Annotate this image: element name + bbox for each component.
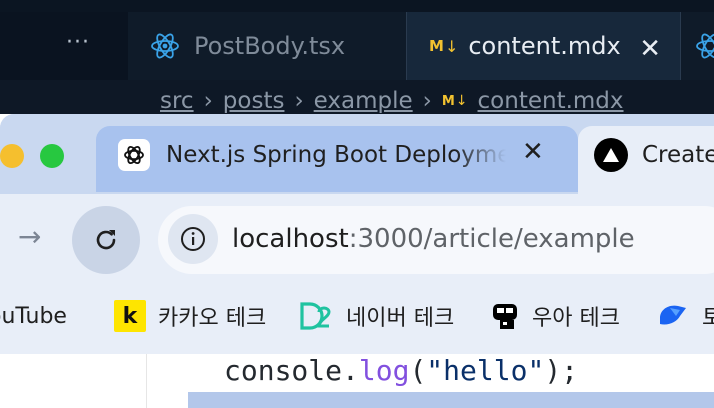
url-text: localhost:3000/article/example [232,224,635,254]
reload-button[interactable] [72,206,140,274]
browser-tab-title: Create [642,142,714,168]
bookmark-naver-tech[interactable]: 네이버 테크 [300,298,454,334]
chevron-right-icon: › [203,88,213,114]
vscode-tab-overflow-area [0,12,128,80]
woowa-icon [490,301,520,331]
markdown-icon: M ↓ [429,36,459,56]
chevron-right-icon: › [294,88,304,114]
site-info-icon[interactable] [168,214,218,264]
breadcrumb-item-example[interactable]: example [314,88,413,114]
breadcrumb-item-src[interactable]: src [160,88,194,114]
toss-icon [656,302,690,330]
bookmark-label: 네이버 테크 [346,306,455,331]
breadcrumb-item-posts[interactable]: posts [223,88,285,114]
code-line: console.log("hello"); [224,354,579,387]
bookmark-label: 토 [702,306,714,331]
browser-tab-chatgpt[interactable]: Next.js Spring Boot Deployme ✕ [96,126,578,192]
editor-gutter-divider [146,354,147,408]
reload-icon [96,230,116,250]
chevron-right-icon: › [422,88,432,114]
kakao-icon: k [114,300,146,332]
bookmark-label: 우아 테크 [532,306,620,331]
bookmark-youtube[interactable]: ouTube [0,298,67,334]
bookmark-woowa-tech[interactable]: 우아 테크 [490,298,620,334]
forward-arrow-icon[interactable]: → [18,220,41,253]
markdown-icon: M ↓ [441,93,468,109]
browser-tab-strip: Next.js Spring Boot Deployme ✕ Create [0,114,714,198]
bookmarks-bar: ouTube k 카카오 테크 네이버 테크 [0,278,714,354]
openai-icon [118,139,150,171]
bookmark-label: 카카오 테크 [158,306,267,331]
more-actions-button[interactable]: ··· [66,30,90,55]
address-bar[interactable]: localhost:3000/article/example [158,206,714,274]
close-tab-icon[interactable]: ✕ [522,137,544,167]
minimize-button[interactable] [0,144,24,168]
editor-tab-next[interactable] [680,12,714,80]
bookmark-label: ouTube [0,303,67,329]
bookmark-toss-tech[interactable]: 토 [656,298,714,334]
breadcrumb: src › posts › example › M ↓ content.mdx [160,88,624,114]
react-icon [150,32,180,60]
react-icon [695,32,714,60]
url-host: localhost [232,224,349,254]
vercel-icon [594,138,628,172]
selected-code-line [188,392,714,408]
url-path: :3000/article/example [348,224,635,254]
editor-tab-postbody[interactable]: PostBody.tsx [128,12,406,80]
breadcrumb-item-file[interactable]: content.mdx [478,88,624,114]
naver-d2-icon [300,302,334,330]
browser-toolbar: → localhost:3000/article/example [0,194,714,278]
editor-tab-content-mdx[interactable]: M ↓ content.mdx ✕ [406,12,681,80]
zoom-button[interactable] [40,144,64,168]
browser-window: Next.js Spring Boot Deployme ✕ Create → [0,114,714,354]
browser-tab-title: Next.js Spring Boot Deployme [166,142,506,168]
tab-label: PostBody.tsx [194,32,346,60]
bookmark-kakao-tech[interactable]: k 카카오 테크 [114,298,266,334]
tab-label: content.mdx [468,32,621,60]
browser-tab-vercel[interactable]: Create [578,126,714,198]
close-tab-icon[interactable]: ✕ [639,34,661,64]
